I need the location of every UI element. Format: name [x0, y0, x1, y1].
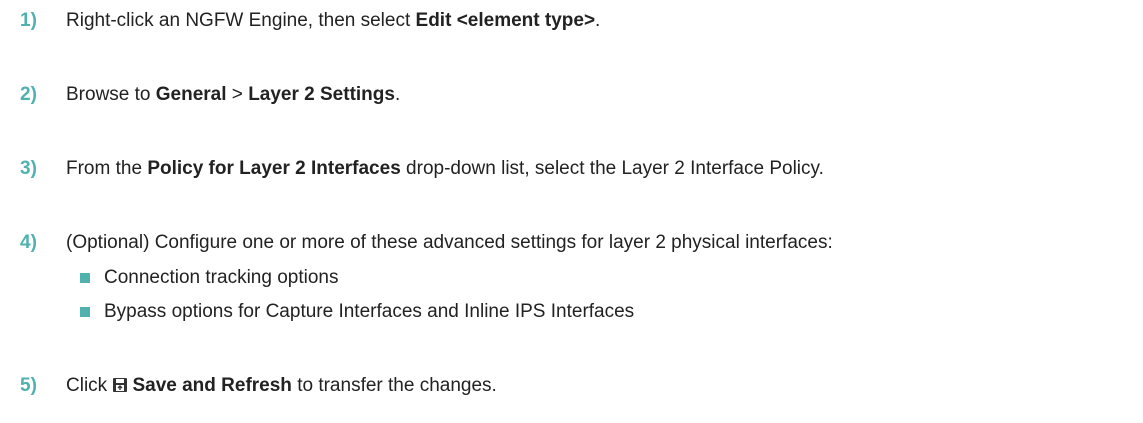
bullet-square-icon	[80, 307, 90, 317]
ui-label: Layer 2 Settings	[248, 84, 395, 105]
ui-label: General	[155, 84, 227, 105]
ui-label: Edit <element type>	[415, 10, 596, 31]
step-text: Click Save and Refresh to transfer the c…	[66, 375, 497, 396]
step-text: From the Policy for Layer 2 Interfaces d…	[66, 158, 824, 179]
ui-label: Policy for Layer 2 Interfaces	[147, 158, 401, 179]
step-text: Right-click an NGFW Engine, then select …	[66, 10, 601, 31]
step-text: (Optional) Configure one or more of thes…	[66, 232, 833, 253]
step-number: 3)	[20, 158, 37, 179]
step-text: Browse to General > Layer 2 Settings.	[66, 84, 401, 105]
save-icon	[113, 378, 128, 392]
ui-label: Save and Refresh	[132, 375, 292, 396]
bullet-square-icon	[80, 273, 90, 283]
step-number: 4)	[20, 232, 37, 253]
step-number: 1)	[20, 10, 37, 31]
step-number: 2)	[20, 84, 37, 105]
step-number: 5)	[20, 375, 37, 396]
